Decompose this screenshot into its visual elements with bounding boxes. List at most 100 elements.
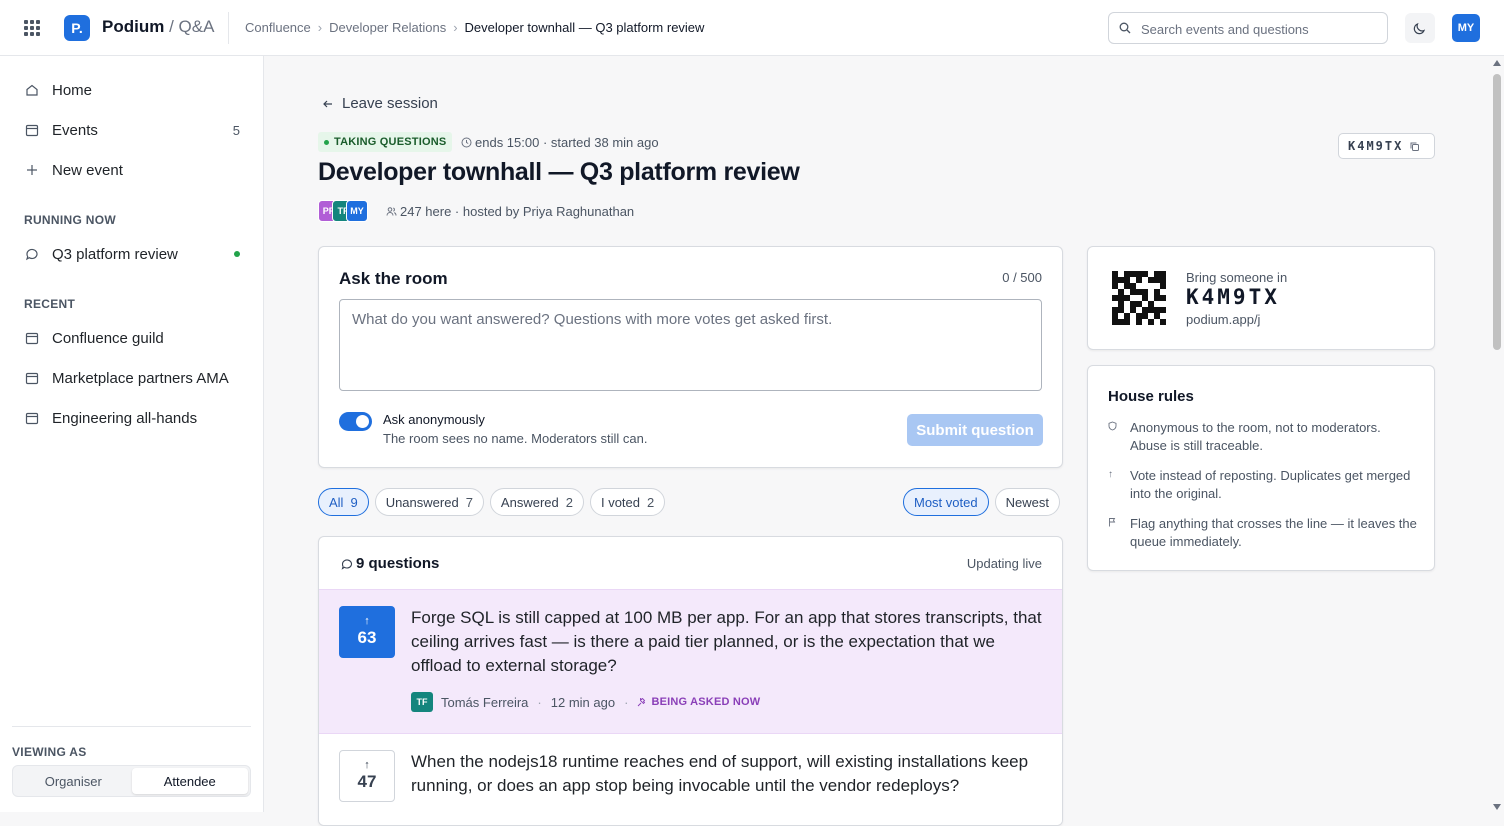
filter-unanswered[interactable]: Unanswered 7 [374,488,484,516]
sidebar-item-engineering-all-hands[interactable]: Engineering all-hands [24,406,240,430]
section-label-recent: RECENT [24,297,76,311]
attendance-text: 247 here · hosted by Priya Raghunathan [400,204,635,219]
rule-text: Anonymous to the room, not to moderators… [1130,420,1381,453]
rule-item: Flag anything that crosses the line — it… [1108,515,1418,551]
upvote-button[interactable]: ↑ 63 [339,606,395,658]
sidebar-item-q3-platform-review[interactable]: Q3 platform review [24,242,240,266]
rule-item: ↑ Vote instead of reposting. Duplicates … [1108,467,1418,503]
filter-count: 7 [465,494,473,510]
chevron-right-icon: › [317,20,323,35]
sidebar-item-confluence-guild[interactable]: Confluence guild [24,326,240,350]
sidebar-item-label: Home [52,81,93,99]
breadcrumb: Confluence › Developer Relations › Developer… [245,20,704,35]
top-bar: P. Podium / Q&A Confluence › Developer Rel… [0,0,1504,56]
breadcrumb-item[interactable]: Confluence [245,20,311,35]
rule-text: Flag anything that crosses the line — it… [1130,516,1417,549]
question-input[interactable] [339,299,1042,391]
flag-icon [1108,515,1130,551]
moon-icon [1413,22,1426,35]
avatar: TF [411,692,433,712]
being-asked-label: BEING ASKED NOW [651,696,761,708]
anonymous-toggle[interactable] [339,412,372,431]
sort-most-voted[interactable]: Most voted [903,488,989,516]
char-count: 0 / 500 [1002,270,1042,285]
question-time: 12 min ago [550,694,616,710]
brand-logo[interactable]: P. [64,15,90,41]
sidebar-item-label: Confluence guild [52,329,164,347]
section-label-running: RUNNING NOW [24,213,116,227]
page-title: Developer townhall — Q3 platform review [318,158,800,186]
filter-count: 2 [565,494,573,510]
question-item: ↑ 47 When the nodejs18 runtime reaches e… [319,734,1062,825]
ask-card: Ask the room 0 / 500 Ask anonymously The… [318,246,1063,468]
scrollbar-thumb[interactable] [1493,74,1501,350]
role-switcher: Organiser Attendee [12,765,251,797]
sidebar-item-new-event[interactable]: New event [24,158,240,182]
sidebar-item-events[interactable]: Events 5 [24,118,240,142]
session-timing-text: ends 15:00 · started 38 min ago [475,135,659,150]
upvote-button[interactable]: ↑ 47 [339,750,395,802]
brand-name[interactable]: Podium / Q&A [102,17,214,37]
brand-subtitle: / Q&A [169,17,215,36]
brand-title: Podium [102,17,165,36]
arrow-up-icon: ↑ [1108,469,1113,480]
filter-answered[interactable]: Answered 2 [489,488,584,516]
question-item: ↑ 63 Forge SQL is still capped at 100 MB… [319,589,1062,734]
chat-bubble-icon [341,558,353,570]
sidebar: Home Events 5 New event RUNNING NOW Q3 p… [0,56,264,812]
divider [228,12,229,44]
clock-icon [461,137,472,148]
search-input[interactable] [1141,19,1381,39]
scroll-down-arrow[interactable] [1493,804,1501,810]
question-text: When the nodejs18 runtime reaches end of… [411,752,1029,795]
attendance-info: 247 here · hosted by Priya Raghunathan [386,204,634,219]
sort-newest[interactable]: Newest [994,488,1060,516]
chevron-right-icon: › [453,20,458,35]
invite-url[interactable]: podium.app/j [1186,312,1260,327]
scrollbar[interactable] [1490,56,1504,812]
search-box[interactable] [1108,12,1388,44]
calendar-icon [24,122,40,138]
chat-bubble-icon [24,246,40,262]
filter-i-voted[interactable]: I voted 2 [589,488,666,516]
user-avatar[interactable]: MY [1452,14,1480,42]
app-switcher-icon[interactable] [22,18,42,38]
house-rules-title: House rules [1108,388,1194,405]
submit-question-button[interactable]: Submit question [907,414,1043,446]
leave-session-label: Leave session [342,95,438,112]
sidebar-item-label: Marketplace partners AMA [52,369,229,387]
role-organiser-button[interactable]: Organiser [15,768,132,794]
sidebar-item-label: Q3 platform review [52,245,178,263]
role-attendee-button[interactable]: Attendee [131,768,248,794]
scroll-up-arrow[interactable] [1493,60,1501,66]
questions-header: 9 questions [341,555,439,572]
breadcrumb-current: Developer townhall — Q3 platform review [464,20,705,35]
qr-code[interactable] [1112,271,1166,325]
calendar-icon [24,370,40,386]
arrow-up-icon: ↑ [364,758,370,771]
filter-label: All [329,494,344,510]
events-count: 5 [232,122,240,138]
plus-icon [24,162,40,178]
session-code-copy[interactable]: K4M9TX [1338,133,1435,159]
copy-icon [1410,142,1420,151]
being-asked-badge: BEING ASKED NOW [637,696,760,708]
invite-code: K4M9TX [1186,285,1280,309]
live-status: Updating live [966,556,1042,571]
filter-count: 9 [350,494,358,510]
live-indicator [234,251,240,257]
arrow-left-icon [323,100,332,107]
breadcrumb-item[interactable]: Developer Relations [329,20,446,35]
theme-toggle-button[interactable] [1405,13,1435,43]
rule-item: Anonymous to the room, not to moderators… [1108,419,1418,455]
leave-session-link[interactable]: Leave session [322,95,438,112]
viewing-as-label: VIEWING AS [12,745,87,759]
vote-count: 63 [357,627,377,647]
pin-icon [638,697,646,706]
status-badge: TAKING QUESTIONS [318,132,453,152]
sidebar-item-home[interactable]: Home [24,78,240,102]
question-author: Tomás Ferreira [441,694,529,710]
sidebar-item-marketplace-partners-ama[interactable]: Marketplace partners AMA [24,366,240,390]
filter-all[interactable]: All 9 [318,488,369,516]
calendar-icon [24,330,40,346]
